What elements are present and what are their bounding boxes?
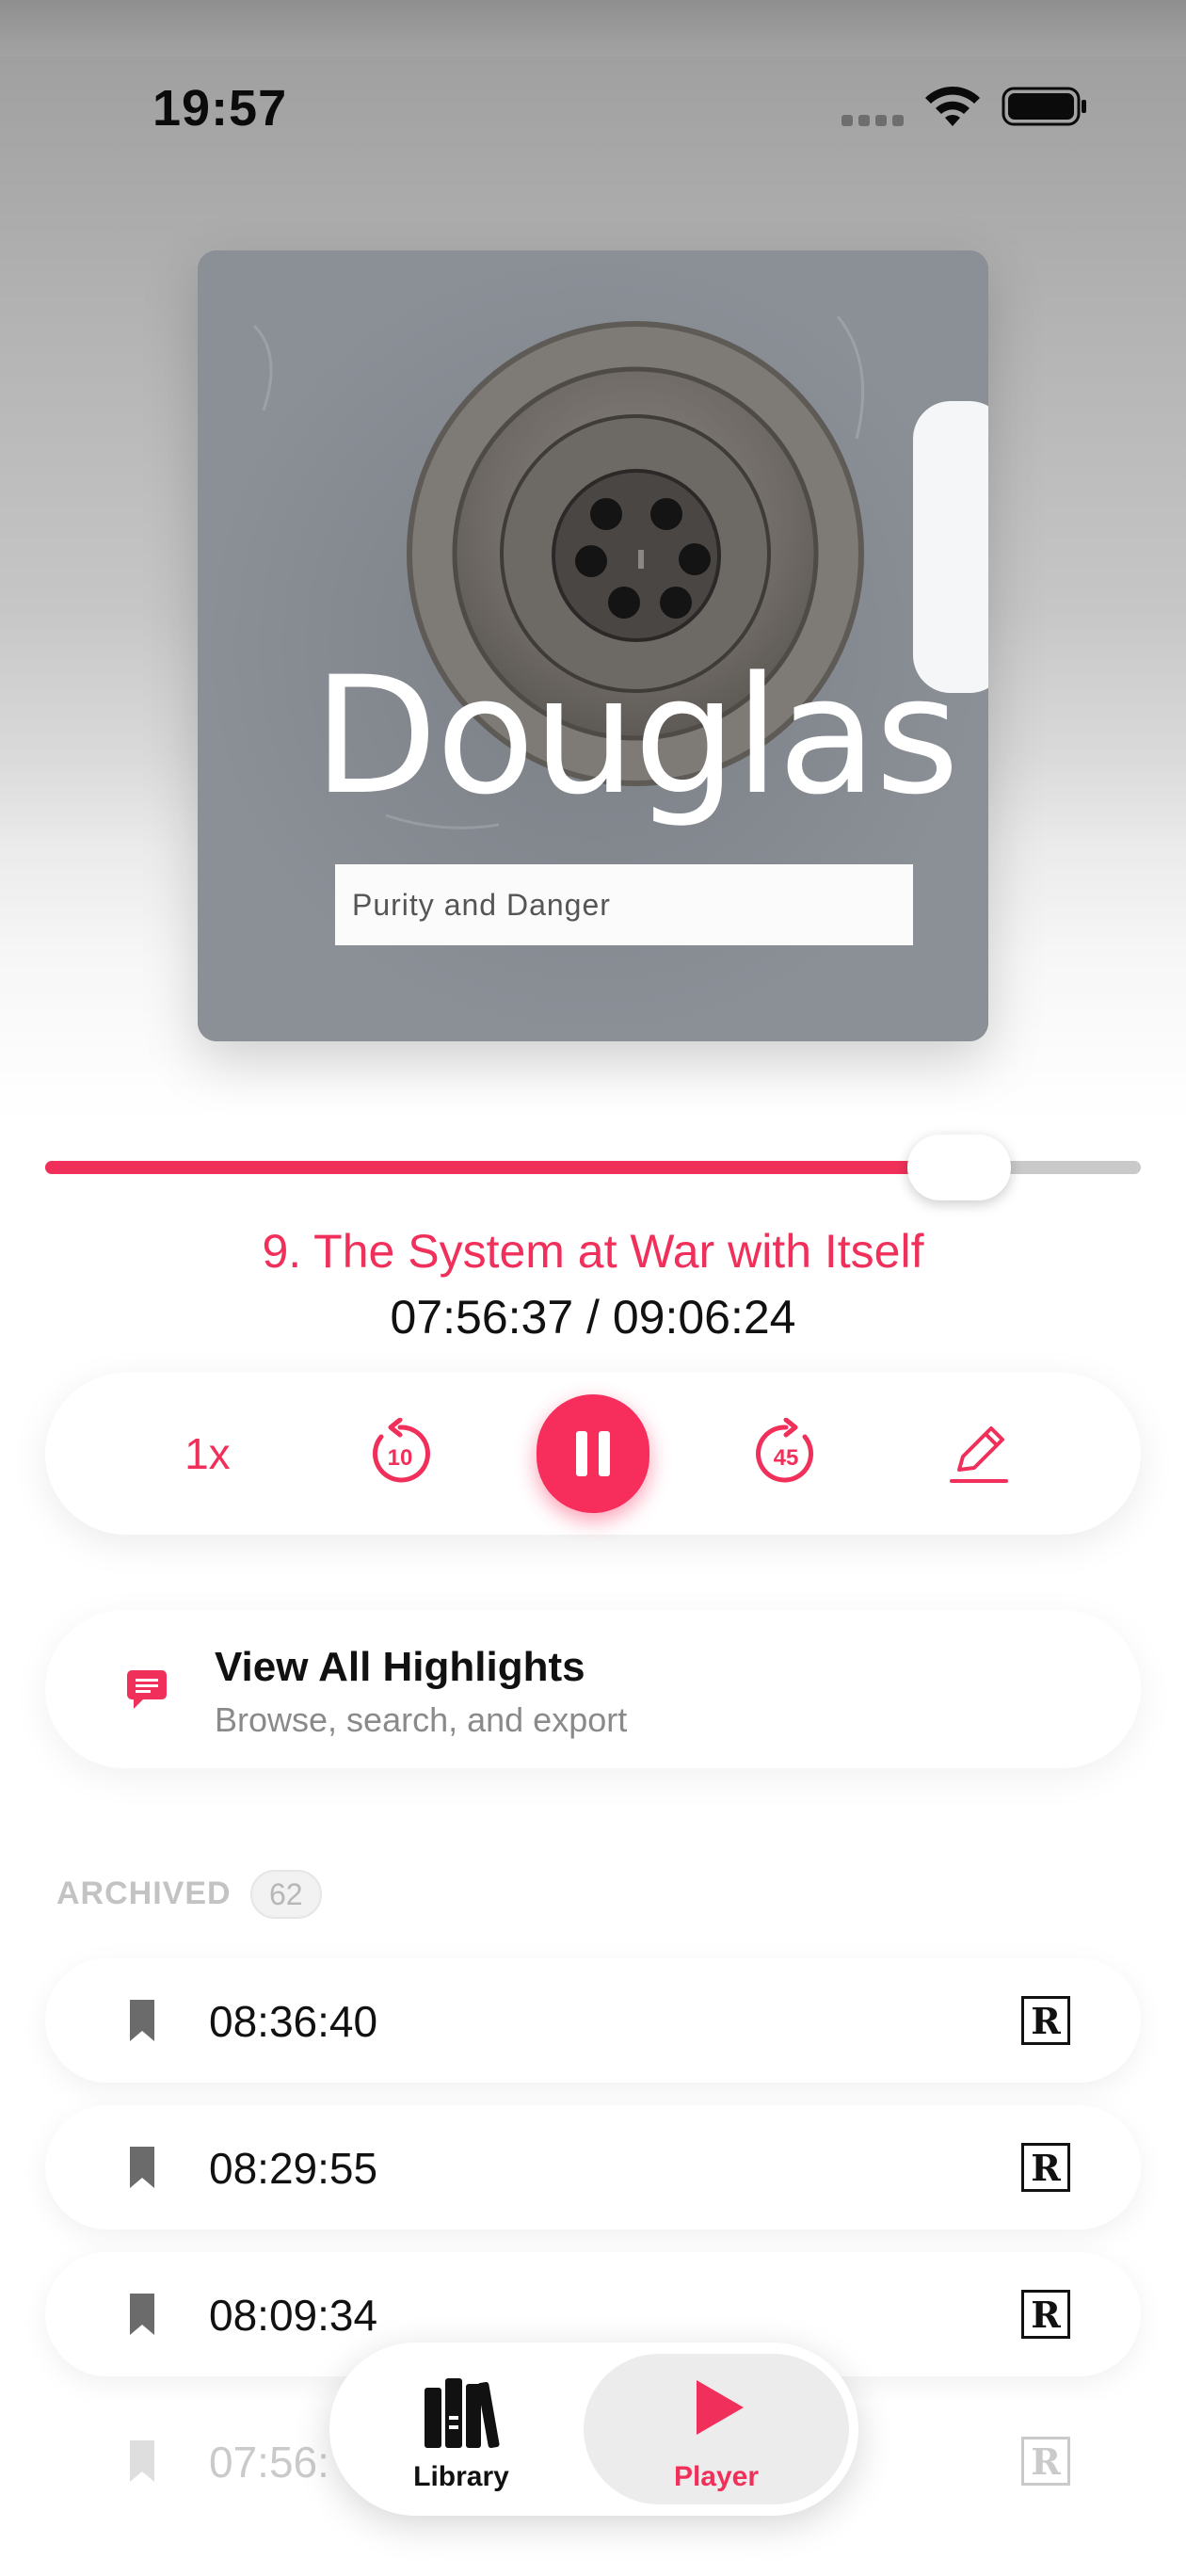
- status-bar-background: [0, 0, 1186, 56]
- cover-subtitle: Purity and Danger: [335, 864, 913, 945]
- library-books-icon: [425, 2378, 500, 2449]
- play-icon: [697, 2380, 744, 2435]
- bookmark-row[interactable]: 08:29:55 R: [45, 2105, 1141, 2230]
- highlights-subtitle: Browse, search, and export: [215, 1700, 628, 1739]
- rewind-10-button[interactable]: 10: [344, 1397, 457, 1510]
- archived-section-label: ARCHIVED: [56, 1876, 232, 1911]
- bookmark-source-badge[interactable]: R: [1021, 2143, 1070, 2192]
- tab-player[interactable]: Player: [584, 2354, 849, 2504]
- edit-button[interactable]: [922, 1397, 1035, 1510]
- pencil-icon: [949, 1426, 1008, 1483]
- rewind-seconds-label: 10: [388, 1445, 413, 1471]
- bookmark-icon: [130, 2294, 154, 2335]
- progress-fill: [45, 1161, 959, 1174]
- tab-bar: Library Player: [329, 2343, 858, 2516]
- cover-author-title: Douglas: [313, 641, 960, 830]
- time-readout: 07:56:37 / 09:06:24: [390, 1291, 796, 1344]
- playback-controls: 1x 10 45: [45, 1373, 1141, 1535]
- tab-library[interactable]: Library: [348, 2354, 574, 2504]
- highlights-comment-icon: [127, 1670, 167, 1709]
- bookmark-source-badge[interactable]: R: [1021, 1996, 1070, 2045]
- tab-library-label: Library: [413, 2461, 509, 2492]
- forward-45-button[interactable]: 45: [729, 1397, 842, 1510]
- bookmark-row[interactable]: 08:36:40 R: [45, 1958, 1141, 2083]
- bookmark-time: 07:56:: [209, 2438, 329, 2487]
- highlights-title: View All Highlights: [215, 1644, 585, 1690]
- battery-icon: [1002, 87, 1086, 126]
- progress-thumb[interactable]: [907, 1135, 1011, 1200]
- rewind-10-icon: 10: [373, 1418, 431, 1483]
- bookmark-source-badge[interactable]: R: [1021, 2290, 1070, 2339]
- bookmark-source-badge[interactable]: R: [1021, 2437, 1070, 2486]
- album-cover[interactable]: Douglas Purity and Danger: [198, 250, 988, 1041]
- bookmark-time: 08:09:34: [209, 2291, 378, 2340]
- tab-player-label: Player: [673, 2461, 760, 2492]
- signal-dots-icon: [841, 115, 904, 126]
- archived-count-badge: 62: [250, 1870, 322, 1919]
- speed-button[interactable]: 1x: [151, 1397, 264, 1510]
- forward-45-icon: 45: [755, 1418, 813, 1483]
- bookmark-icon: [130, 2000, 154, 2041]
- bookmark-time: 08:29:55: [209, 2144, 378, 2193]
- pause-icon: [575, 1431, 610, 1476]
- status-time: 19:57: [152, 80, 288, 137]
- view-all-highlights-card[interactable]: View All Highlights Browse, search, and …: [45, 1610, 1141, 1768]
- chapter-title[interactable]: 9. The System at War with Itself: [0, 1224, 1186, 1279]
- forward-seconds-label: 45: [773, 1445, 798, 1471]
- pause-button[interactable]: [536, 1394, 649, 1513]
- bookmark-icon: [130, 2440, 154, 2482]
- bookmark-icon: [130, 2147, 154, 2188]
- bookmark-time: 08:36:40: [209, 1997, 378, 2046]
- wifi-icon: [925, 86, 980, 126]
